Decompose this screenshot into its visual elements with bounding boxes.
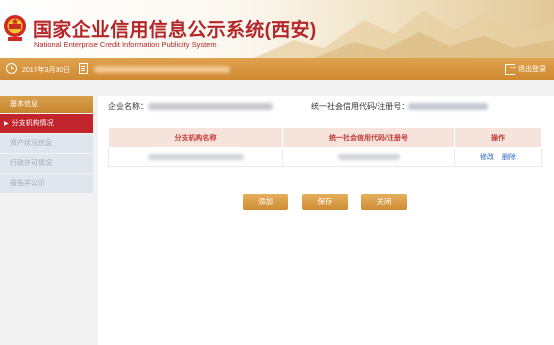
registration-code-cell: [282, 147, 455, 167]
company-name-redacted: [94, 66, 230, 73]
logout-label: 退出登录: [518, 66, 546, 73]
sidebar-item-report[interactable]: 报告并公示: [0, 174, 93, 193]
company-name-value-redacted: [148, 103, 273, 110]
logout-button[interactable]: 退出登录: [505, 61, 546, 76]
add-button[interactable]: 添加: [243, 194, 288, 210]
column-header-registration-code: 统一社会信用代码/注册号: [282, 127, 455, 148]
national-emblem-icon: [4, 15, 26, 41]
column-header-branch-name: 分支机构名称: [108, 127, 283, 148]
column-header-actions: 操作: [454, 127, 542, 148]
status-bar: 2017年3月30日 退出登录: [0, 58, 554, 80]
content-panel: 企业名称： 统一社会信用代码/注册号： 分支机构名称 统一社会信用代码/注册号 …: [98, 96, 554, 345]
save-button[interactable]: 保存: [302, 194, 348, 210]
sidebar: 基本信息 ▶ 分支机构情况 资产状况信息 行政许可情况 报告并公示: [0, 96, 93, 193]
site-title: 国家企业信用信息公示系统(西安): [33, 20, 317, 41]
branch-name-redacted: [147, 153, 244, 160]
registration-code-redacted: [337, 153, 400, 160]
branch-table: 分支机构名称 统一社会信用代码/注册号 操作 修改 删除: [108, 127, 542, 167]
branch-name-cell: [108, 147, 283, 167]
table-row: 修改 删除: [108, 147, 542, 167]
sidebar-item-assets[interactable]: 资产状况信息: [0, 134, 93, 153]
current-date: 2017年3月30日: [22, 67, 71, 74]
sidebar-item-label: 分支机构情况: [11, 120, 54, 127]
table-header-row: 分支机构名称 统一社会信用代码/注册号 操作: [108, 127, 542, 148]
main-area: 基本信息 ▶ 分支机构情况 资产状况信息 行政许可情况 报告并公示 企业名称： 统…: [0, 80, 554, 345]
site-subtitle: National Enterprise Credit Information P…: [34, 40, 217, 49]
sidebar-item-licenses[interactable]: 行政许可情况: [0, 154, 93, 173]
site-header: 国家企业信用信息公示系统(西安) National Enterprise Cre…: [0, 0, 554, 58]
delete-link[interactable]: 删除: [502, 154, 516, 161]
caret-right-icon: ▶: [4, 121, 9, 127]
clock-icon: [6, 63, 17, 74]
logout-icon: [505, 61, 517, 75]
registration-code-label: 统一社会信用代码/注册号：: [311, 102, 410, 111]
close-button[interactable]: 关闭: [361, 194, 407, 210]
document-icon: [79, 63, 88, 74]
edit-link[interactable]: 修改: [480, 154, 494, 161]
company-name-label: 企业名称：: [108, 102, 148, 111]
sidebar-section-title: 基本信息: [0, 96, 93, 113]
registration-code-value-redacted: [408, 103, 488, 110]
sidebar-item-branches[interactable]: ▶ 分支机构情况: [0, 114, 93, 133]
actions-cell: 修改 删除: [454, 147, 542, 167]
